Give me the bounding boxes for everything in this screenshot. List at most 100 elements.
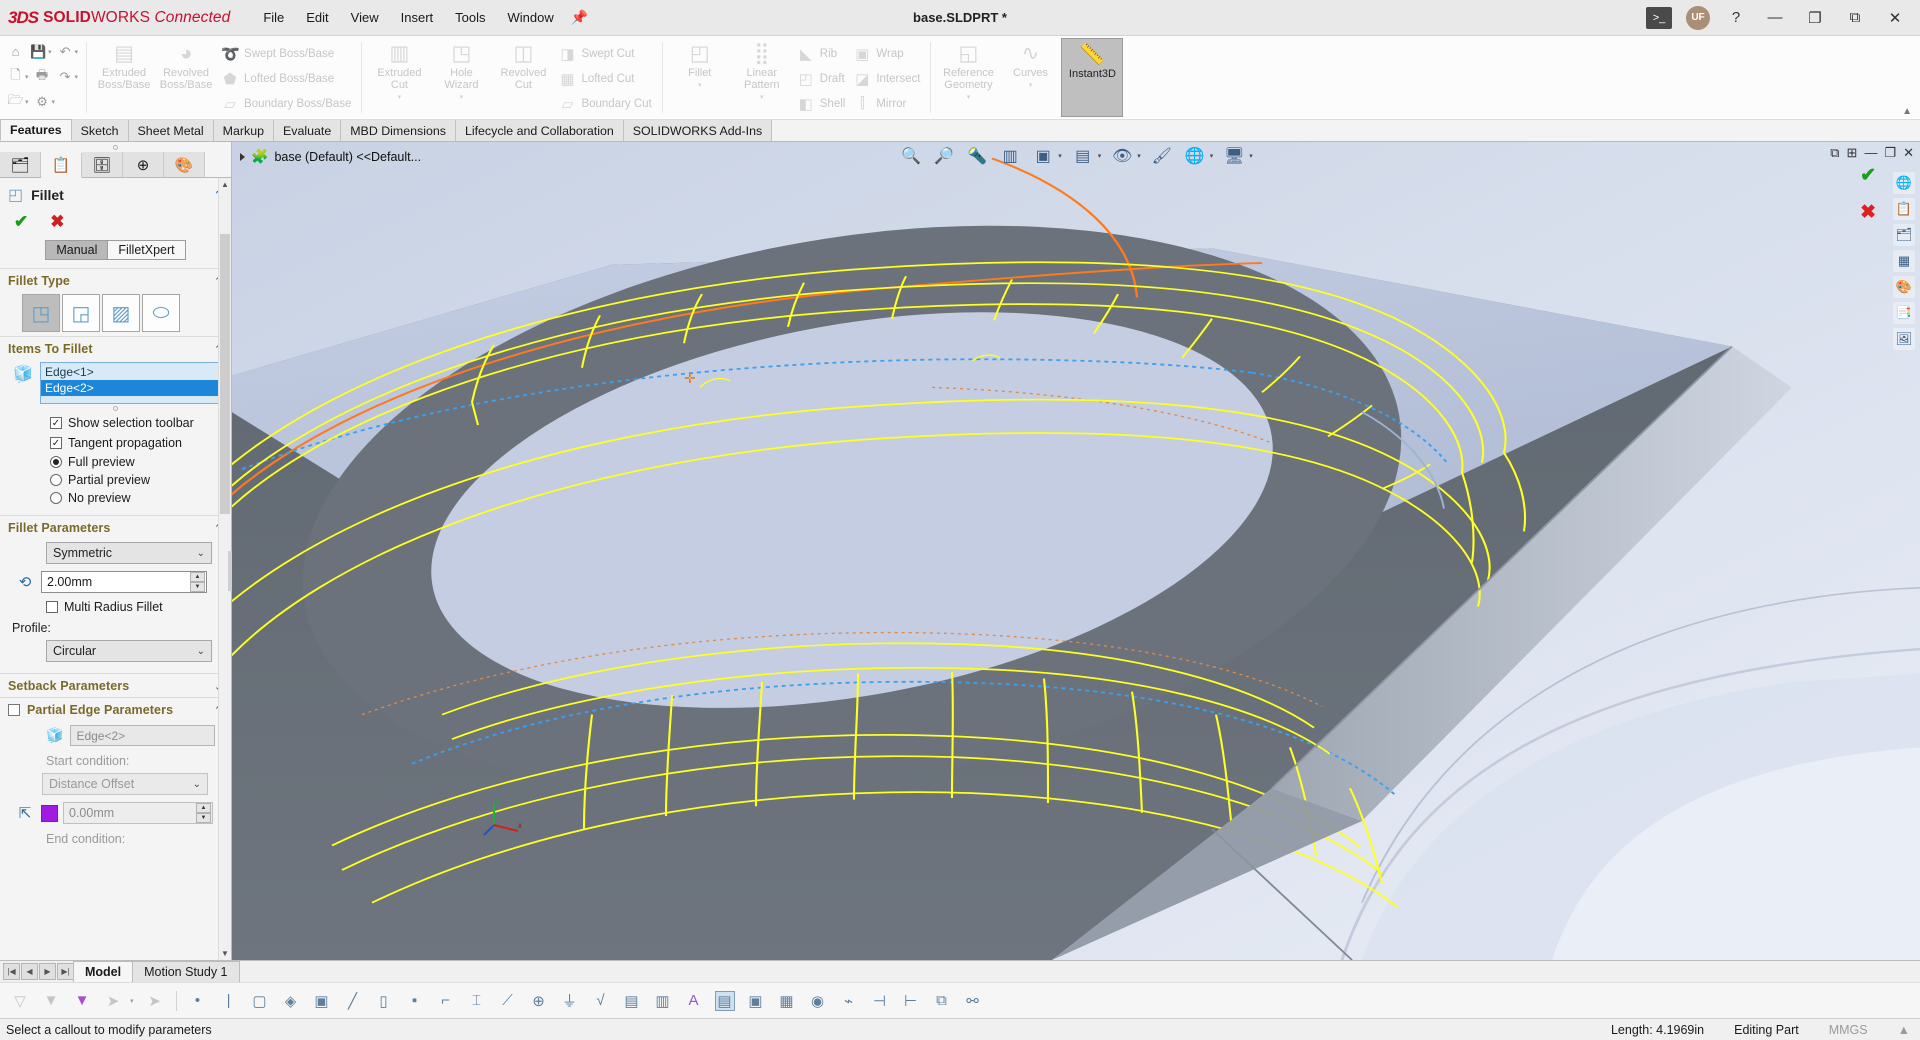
first-icon[interactable]: |◀ xyxy=(3,963,20,980)
hole-wizard-button[interactable]: ◳ Hole Wizard ▾ xyxy=(430,38,492,117)
linear-pattern-dropdown-icon[interactable]: ▾ xyxy=(760,92,764,104)
weld-symbol-icon[interactable]: ⌁ xyxy=(839,991,859,1011)
close-icon[interactable]: ✕ xyxy=(1903,145,1914,161)
stepper-down-icon[interactable]: ▼ xyxy=(190,582,205,592)
filter-icon[interactable]: ▽ xyxy=(10,991,30,1011)
setback-parameters-header[interactable]: Setback Parameters ⌄ xyxy=(0,674,231,697)
tab-evaluate[interactable]: Evaluate xyxy=(273,119,342,141)
options-dropdown-icon[interactable]: ▾ xyxy=(52,98,56,106)
partial-preview-row[interactable]: Partial preview xyxy=(8,471,223,489)
radius-stepper[interactable]: ▲ ▼ xyxy=(190,572,205,592)
hide-show-icon[interactable]: 👁 xyxy=(1110,144,1134,168)
revolved-cut-button[interactable]: ◫ Revolved Cut xyxy=(492,38,554,117)
chevron-down-icon[interactable]: ⌄ xyxy=(193,779,201,790)
apply-scene-icon[interactable]: 🌐 xyxy=(1183,144,1207,168)
sketch-entity-icon[interactable]: ⌐ xyxy=(436,991,456,1011)
mate-icon[interactable]: ⚯ xyxy=(963,991,983,1011)
fillet-dropdown-icon[interactable]: ▾ xyxy=(698,80,702,92)
maximize-button[interactable]: ⧉ xyxy=(1842,9,1868,26)
filter-active-icon[interactable]: ▼ xyxy=(72,991,92,1011)
coordinate-system-icon[interactable]: ⊕ xyxy=(529,991,549,1011)
undo-dropdown-icon[interactable]: ▾ xyxy=(75,48,79,56)
apply-scene-dropdown-icon[interactable]: ▾ xyxy=(1210,152,1214,160)
save-icon[interactable]: 💾 xyxy=(29,42,48,61)
view-palette-icon[interactable]: 🌐 xyxy=(1893,172,1915,194)
plane-icon[interactable]: ▯ xyxy=(374,991,394,1011)
no-preview-radio[interactable] xyxy=(50,492,62,504)
view-orientation-icon[interactable]: ▣ xyxy=(1031,144,1055,168)
swept-boss-base-button[interactable]: ➰ Swept Boss/Base xyxy=(217,41,355,66)
intersect-button[interactable]: ◪ Intersect xyxy=(849,66,924,91)
rib-button[interactable]: ◣ Rib xyxy=(793,41,850,66)
view-settings-dropdown-icon[interactable]: ▾ xyxy=(1249,152,1253,160)
bom-icon[interactable]: ▥ xyxy=(653,991,673,1011)
list-item[interactable]: Edge<1> xyxy=(41,364,222,380)
full-preview-row[interactable]: Full preview xyxy=(8,453,223,471)
menu-file[interactable]: File xyxy=(252,6,295,29)
tab-lifecycle-collaboration[interactable]: Lifecycle and Collaboration xyxy=(454,119,624,141)
design-library-icon[interactable]: 📑 xyxy=(1893,302,1915,324)
save-dropdown-icon[interactable]: ▾ xyxy=(48,48,52,56)
status-units[interactable]: MMGS xyxy=(1829,1023,1868,1037)
edit-appearance-icon[interactable]: 🖌 xyxy=(1150,144,1174,168)
axis-icon[interactable]: ╱ xyxy=(343,991,363,1011)
appearances-icon[interactable]: 📋 xyxy=(1893,198,1915,220)
callout-icon[interactable]: ▤ xyxy=(622,991,642,1011)
clear-filter-icon[interactable]: ▼ xyxy=(41,991,61,1011)
home-icon[interactable]: ⌂ xyxy=(6,42,25,61)
partial-preview-radio[interactable] xyxy=(50,474,62,486)
next-icon[interactable]: ▶ xyxy=(39,963,56,980)
dimxpert-tab[interactable]: ⊕ xyxy=(123,152,164,177)
prev-icon[interactable]: ◀ xyxy=(21,963,38,980)
curves-button[interactable]: ∿ Curves ▾ xyxy=(999,38,1061,117)
surface-finish-icon[interactable]: ◉ xyxy=(808,991,828,1011)
hide-show-dropdown-icon[interactable]: ▾ xyxy=(1137,152,1141,160)
redo-dropdown-icon[interactable]: ▾ xyxy=(75,73,79,81)
hole-wizard-dropdown-icon[interactable]: ▾ xyxy=(460,92,464,104)
sketch-line-icon[interactable]: ⟋ xyxy=(498,991,518,1011)
multi-radius-checkbox[interactable] xyxy=(46,601,58,613)
reference-geometry-button[interactable]: ◱ Reference Geometry ▾ xyxy=(937,38,999,117)
stepper-down-icon[interactable]: ▼ xyxy=(196,813,211,823)
draft-button[interactable]: ◰ Draft xyxy=(793,66,850,91)
zoom-to-fit-icon[interactable]: 🔍 xyxy=(899,144,923,168)
line-icon[interactable]: | xyxy=(219,991,239,1011)
redo-icon[interactable]: ↷ xyxy=(56,67,75,86)
chevron-down-icon[interactable]: ⌄ xyxy=(197,548,205,559)
fillet-parameters-header[interactable]: Fillet Parameters ⌃ xyxy=(0,516,231,539)
panel-grip[interactable] xyxy=(0,142,231,152)
partial-edge-input[interactable]: Edge<2> xyxy=(70,725,215,746)
open-icon[interactable]: 🗁 xyxy=(6,92,25,111)
flyout-feature-tree[interactable]: 🧩 base (Default) <<Default... xyxy=(240,148,421,165)
tab-mbd-dimensions[interactable]: MBD Dimensions xyxy=(340,119,456,141)
menu-edit[interactable]: Edit xyxy=(295,6,339,29)
graphics-area[interactable]: 🔍 🔎 🔦 ▥ ▣ ▾ ▤ ▾ 👁 ▾ 🖌 🌐 ▾ 🖥 ▾ 🧩 base (Default… xyxy=(232,142,1920,960)
collapse-ribbon-icon[interactable]: ▲ xyxy=(1902,106,1912,117)
custom-properties-icon[interactable]: 🎨 xyxy=(1893,276,1915,298)
surface-icon[interactable]: ◈ xyxy=(281,991,301,1011)
datum-icon[interactable]: ▣ xyxy=(746,991,766,1011)
stepper-up-icon[interactable]: ▲ xyxy=(196,803,211,813)
tangent-propagation-checkbox[interactable]: ✓ xyxy=(50,437,62,449)
lofted-boss-base-button[interactable]: ⬟ Lofted Boss/Base xyxy=(217,66,355,91)
options-gear-icon[interactable]: ⚙ xyxy=(33,92,52,111)
display-style-dropdown-icon[interactable]: ▾ xyxy=(1098,152,1102,160)
property-manager-tab[interactable]: 📋 xyxy=(41,153,82,178)
new-doc-icon[interactable]: 🗋 xyxy=(6,67,25,86)
menu-insert[interactable]: Insert xyxy=(390,6,445,29)
swept-cut-button[interactable]: ◨ Swept Cut xyxy=(554,41,655,66)
midpoint-icon[interactable]: A xyxy=(684,991,704,1011)
radius-input[interactable]: 2.00mm ▲ ▼ xyxy=(41,571,207,593)
no-preview-row[interactable]: No preview xyxy=(8,489,223,507)
display-style-icon[interactable]: ▤ xyxy=(1071,144,1095,168)
weld-bead-icon[interactable]: √ xyxy=(591,991,611,1011)
tile-icon[interactable]: ⊞ xyxy=(1847,145,1858,161)
solid-icon[interactable]: ▣ xyxy=(312,991,332,1011)
close-button[interactable]: ✕ xyxy=(1882,9,1908,27)
decals-icon[interactable]: ▦ xyxy=(1893,250,1915,272)
extruded-cut-button[interactable]: ▥ Extruded Cut ▾ xyxy=(368,38,430,117)
new-doc-dropdown-icon[interactable]: ▾ xyxy=(25,73,29,81)
show-selection-toolbar-row[interactable]: ✓ Show selection toolbar xyxy=(8,413,223,433)
fillet-type-header[interactable]: Fillet Type ⌃ xyxy=(0,269,231,292)
pin-icon[interactable]: 📌 xyxy=(571,9,588,26)
